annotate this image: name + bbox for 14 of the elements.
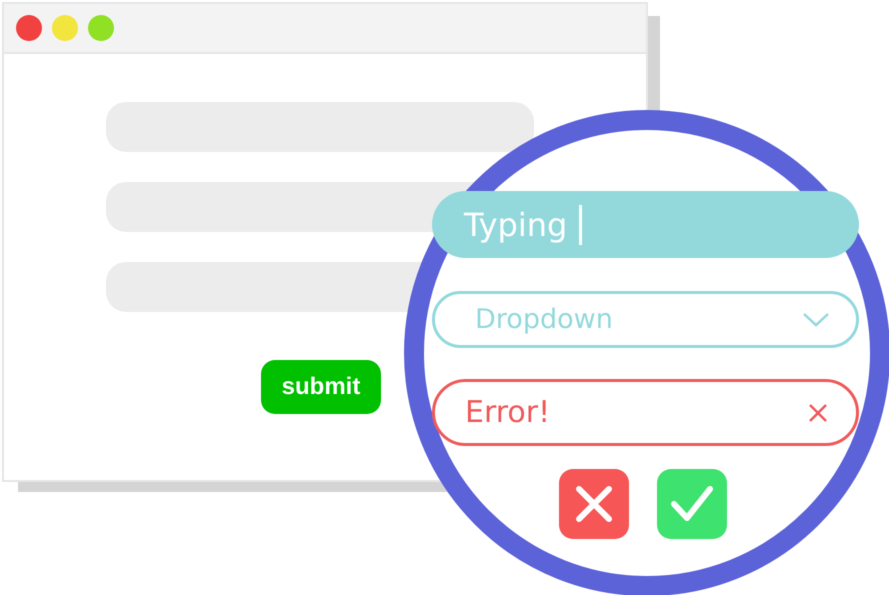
window-dot[interactable] xyxy=(88,15,114,41)
confirm-button[interactable] xyxy=(656,469,726,539)
chevron-down-icon xyxy=(802,312,830,328)
window-dot[interactable] xyxy=(52,15,78,41)
dropdown[interactable]: Dropdown xyxy=(432,291,859,348)
close-icon[interactable] xyxy=(808,402,828,422)
error-field[interactable]: Error! xyxy=(432,379,859,446)
text-field[interactable]: Typing xyxy=(432,191,859,258)
check-icon xyxy=(670,484,714,524)
submit-button[interactable]: submit xyxy=(261,360,381,414)
text-cursor xyxy=(579,204,582,244)
close-icon xyxy=(574,484,614,524)
cancel-button[interactable] xyxy=(558,469,628,539)
window-dot[interactable] xyxy=(16,15,42,41)
